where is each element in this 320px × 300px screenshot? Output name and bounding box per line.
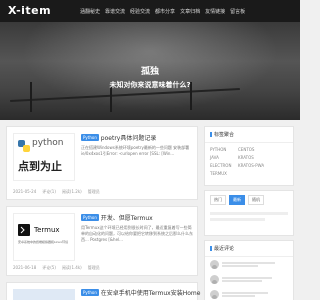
post-meta: 2021-06-18 评论(5) 阅读(1.4k) 管理员 xyxy=(13,265,100,271)
nav-item[interactable]: 友情链接 xyxy=(205,8,225,15)
category-tag[interactable]: Python xyxy=(81,289,99,296)
tab-random[interactable]: 随机 xyxy=(248,195,264,205)
widget-heading: 最近评论 xyxy=(205,241,293,257)
category-tag[interactable]: Python xyxy=(81,134,99,141)
post-card[interactable]: Termux 安卓系统中的终端模拟器和Linux环境 Python 开发、但愿T… xyxy=(6,206,198,276)
tag-link[interactable]: ELECTRON xyxy=(210,163,235,168)
post-excerpt: 正在搭建Windows系统环境poetry最新的一些问题 安装部署ie/0x4x… xyxy=(81,145,190,156)
nav-item[interactable]: 经验交流 xyxy=(130,8,150,15)
comment-item[interactable] xyxy=(205,272,293,287)
posts-tab-content xyxy=(205,212,293,221)
post-comments[interactable]: 评论(5) xyxy=(42,265,56,271)
comment-preview xyxy=(222,261,288,268)
thumbnail-caption: 点到为止 xyxy=(18,160,62,173)
post-card[interactable]: python 点到为止 Python poetry具体问题记录 正在搭建Wind… xyxy=(6,126,198,200)
nav-item[interactable]: 留言板 xyxy=(230,8,245,15)
comment-item[interactable] xyxy=(205,257,293,272)
post-title-row[interactable]: Python 开发、但愿Termux xyxy=(81,213,153,222)
tag-link[interactable]: TERMUX xyxy=(210,171,235,176)
nav-item[interactable]: 靠谱交流 xyxy=(105,8,125,15)
placeholder-line xyxy=(210,218,265,221)
post-author[interactable]: 管理员 xyxy=(88,189,100,195)
post-title-row[interactable]: Python poetry具体问题记录 xyxy=(81,133,156,142)
post-views: 阅读(1.4k) xyxy=(61,265,82,270)
post-title[interactable]: 在安卓手机中使用Termux安装Home xyxy=(101,290,201,297)
post-excerpt: 用Termux这个环境已经用到很长时间了，最近重复着写一些简单的自动化的问题，可… xyxy=(81,225,193,242)
tag-link[interactable]: JAVA xyxy=(210,155,235,160)
widget-heading: 标签聚合 xyxy=(205,127,293,143)
tag-link[interactable]: PYTHON xyxy=(210,147,235,152)
thumbnail-subcaption: 安卓系统中的终端模拟器和Linux环境 xyxy=(18,240,69,244)
terminal-icon xyxy=(18,224,30,236)
comment-preview xyxy=(222,276,288,283)
post-title-row[interactable]: Python 在安卓手机中使用Termux安装Home xyxy=(81,288,200,297)
post-views: 阅读(1.2k) xyxy=(61,189,82,194)
placeholder-line xyxy=(210,212,288,215)
tag-link[interactable]: KRATOS-PWA xyxy=(238,163,264,168)
main-nav: 涵翻秘史 靠谱交流 经验交流 都市分享 文章归档 友情链接 留言板 xyxy=(80,0,245,22)
sidebar-posts-widget: 热门 最新 随机 xyxy=(204,190,294,236)
post-title[interactable]: 开发、但愿Termux xyxy=(101,215,153,222)
post-card[interactable]: Python 在安卓手机中使用Termux安装Home xyxy=(6,282,200,300)
posts-tabs: 热门 最新 随机 xyxy=(205,191,293,209)
comment-item[interactable] xyxy=(205,287,293,300)
nav-item[interactable]: 文章归档 xyxy=(180,8,200,15)
post-date: 2021-05-24 xyxy=(13,189,37,194)
sidebar-tag-widget: 标签聚合 PYTHON CENTOS JAVA KRATOS ELECTRON … xyxy=(204,126,294,186)
hero-title: 孤独 xyxy=(140,67,159,77)
tag-cloud: PYTHON CENTOS JAVA KRATOS ELECTRON KRATO… xyxy=(205,143,293,180)
avatar xyxy=(210,260,219,269)
post-comments[interactable]: 评论(1) xyxy=(42,189,56,195)
top-navbar: X-item 涵翻秘史 靠谱交流 经验交流 都市分享 文章归档 友情链接 留言板 xyxy=(0,0,300,22)
post-thumbnail[interactable] xyxy=(13,289,75,300)
tag-link[interactable]: CENTOS xyxy=(238,147,263,152)
comment-preview xyxy=(222,291,288,298)
avatar xyxy=(210,290,219,299)
avatar xyxy=(210,275,219,284)
hero-subtitle: 未知对你来说意味着什么? xyxy=(109,81,191,89)
thumbnail-logo-text: python xyxy=(32,138,64,148)
post-author[interactable]: 管理员 xyxy=(88,265,100,271)
post-thumbnail[interactable]: python 点到为止 xyxy=(13,133,75,181)
post-title[interactable]: poetry具体问题记录 xyxy=(101,135,157,142)
tab-popular[interactable]: 热门 xyxy=(210,195,226,205)
site-logo[interactable]: X-item xyxy=(8,4,51,17)
category-tag[interactable]: Python xyxy=(81,214,99,221)
post-meta: 2021-05-24 评论(1) 阅读(1.2k) 管理员 xyxy=(13,189,100,195)
hero-banner: 孤独 未知对你来说意味着什么? xyxy=(0,22,300,120)
tag-link[interactable]: KRATOS xyxy=(238,155,263,160)
tab-latest[interactable]: 最新 xyxy=(229,195,245,205)
nav-item[interactable]: 涵翻秘史 xyxy=(80,8,100,15)
sidebar-comments-widget: 最近评论 xyxy=(204,240,294,300)
nav-item[interactable]: 都市分享 xyxy=(155,8,175,15)
thumbnail-caption: Termux xyxy=(34,226,60,234)
post-thumbnail[interactable]: Termux 安卓系统中的终端模拟器和Linux环境 xyxy=(13,213,75,261)
post-date: 2021-06-18 xyxy=(13,265,37,270)
